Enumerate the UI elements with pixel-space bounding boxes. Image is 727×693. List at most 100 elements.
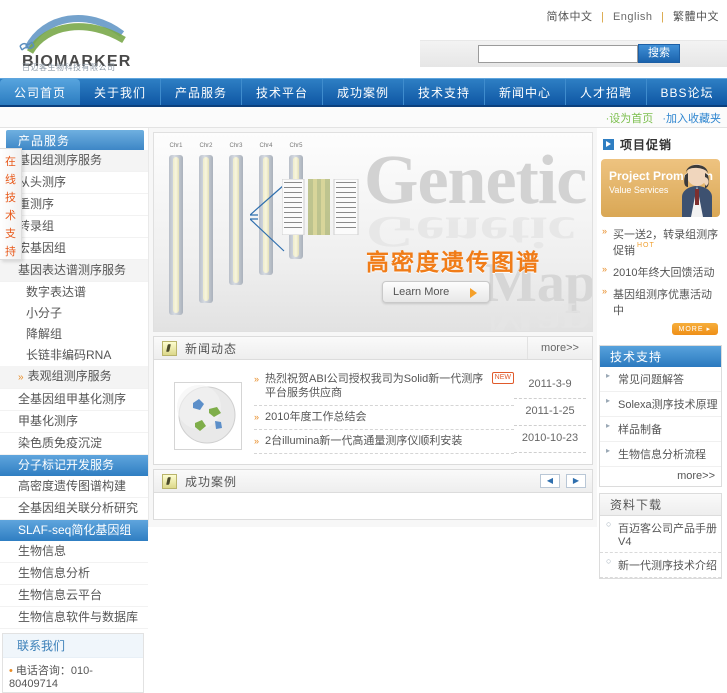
news-row[interactable]: » 热烈祝贺ABI公司授权我司为Solid新一代测序平台服务供应商 NEW (254, 368, 514, 406)
news-item-text[interactable]: 热烈祝贺ABI公司授权我司为Solid新一代测序平台服务供应商 (265, 372, 488, 400)
utility-strip: ·设为首页 ·加入收藏夹 (0, 107, 727, 128)
chromosome-label-3: Chr3 (229, 143, 243, 149)
nav-item-careers[interactable]: 人才招聘 (566, 79, 647, 105)
download-item[interactable]: 百迈客公司产品手册V4 (600, 516, 721, 553)
case-icon (162, 473, 177, 489)
tech-support-item[interactable]: 样品制备 (600, 417, 721, 442)
tech-support-item[interactable]: 生物信息分析流程 (600, 442, 721, 467)
tech-support-item[interactable]: 常见问题解答 (600, 367, 721, 392)
sidebar-item-bioinformatics[interactable]: 生物信息 (0, 541, 148, 563)
vtab-char-0: 在 (5, 156, 16, 168)
news-date: 2010-10-23 (514, 426, 586, 453)
page-body: 产品服务 基因组测序服务 从头测序 重测序 转录组 宏基因组 基因表达谱测序服务… (0, 128, 727, 693)
nav-item-bbs[interactable]: BBS论坛 (647, 79, 727, 105)
lang-english-link[interactable]: English (613, 11, 653, 23)
site-logo[interactable]: BIOMARKER 百迈客生物科技有限公司 (10, 4, 150, 74)
add-favorite-link[interactable]: ·加入收藏夹 (662, 113, 721, 125)
case-prev-button[interactable]: ◀ (540, 474, 560, 488)
contact-box: 联系我们 电话咨询：010-80409714 (2, 633, 144, 693)
bullet-arrow-icon: » (254, 374, 260, 384)
promotion-header: 项目促销 (599, 132, 722, 159)
operator-photo (682, 164, 712, 217)
lang-chinese-link[interactable]: 简体中文 (546, 11, 592, 23)
chromosome-bar-2 (199, 155, 213, 303)
sidebar-item-methylation[interactable]: 甲基化测序 (0, 411, 148, 433)
nav-item-platform[interactable]: 技术平台 (242, 79, 323, 105)
sidebar-item-wgbs[interactable]: 全基因组甲基化测序 (0, 389, 148, 411)
sidebar-item-small-rna[interactable]: 小分子 (0, 303, 148, 324)
news-item-text[interactable]: 2台illumina新一代高通量测序仪顺利安装 (265, 434, 514, 448)
sidebar-item-molecular-marker[interactable]: 分子标记开发服务 (0, 455, 148, 476)
sidebar-item-gwas[interactable]: 全基因组关联分析研究 (0, 498, 148, 520)
nav-item-products[interactable]: 产品服务 (161, 79, 242, 105)
chromosome-bar-3 (229, 155, 243, 285)
chromosome-label-1: Chr1 (169, 143, 183, 149)
main-navigation: 公司首页 关于我们 产品服务 技术平台 成功案例 技术支持 新闻中心 人才招聘 … (0, 78, 727, 107)
sidebar-item-genetic-map[interactable]: 高密度遗传图谱构建 (0, 476, 148, 498)
lang-extra-link[interactable]: 繁體中文 (673, 11, 719, 23)
news-row[interactable]: » 2010年度工作总结会 (254, 406, 514, 430)
set-homepage-link[interactable]: ·设为首页 (606, 113, 654, 125)
nav-item-about[interactable]: 关于我们 (80, 79, 161, 105)
nav-item-support[interactable]: 技术支持 (404, 79, 485, 105)
sidebar-item-metagenome[interactable]: 宏基因组 (0, 238, 148, 260)
news-more-link[interactable]: more>> (527, 337, 592, 359)
sidebar-item-genome-seq[interactable]: 基因组测序服务 (0, 150, 148, 172)
vtab-char-5: 持 (5, 246, 16, 258)
tech-support-more-label: more>> (677, 470, 715, 482)
search-button[interactable]: 搜索 (638, 44, 680, 63)
online-support-tab[interactable]: 在 线 技 术 支 持 (0, 148, 22, 260)
sidebar-item-epigenome[interactable]: 表观组测序服务 (0, 366, 148, 389)
sidebar-item-bioinfo-analysis[interactable]: 生物信息分析 (0, 563, 148, 585)
nav-item-news[interactable]: 新闻中心 (485, 79, 566, 105)
nav-item-cases[interactable]: 成功案例 (323, 79, 404, 105)
download-item[interactable]: 新一代测序技术介绍 (600, 553, 721, 578)
promotion-more-button[interactable]: MORE ▸ (671, 323, 718, 335)
sequence-alignment-graphic (282, 179, 359, 235)
news-row[interactable]: » 2台illumina新一代高通量测序仪顺利安装 (254, 430, 514, 454)
search-input[interactable] (478, 45, 638, 63)
sidebar-item-transcriptome[interactable]: 转录组 (0, 216, 148, 238)
main-content: Genetic Genetic Map Map Chr1 Chr2 Chr3 C… (149, 128, 597, 527)
news-thumbnail[interactable] (174, 382, 242, 450)
sidebar-item-lncrna[interactable]: 长链非编码RNA (0, 345, 148, 366)
promotion-banner-line2: Value Services (609, 185, 669, 195)
site-header: BIOMARKER 百迈客生物科技有限公司 简体中文 | English | 繁… (0, 0, 727, 78)
promotion-banner[interactable]: Project Promotion Value Services (601, 159, 720, 217)
sidebar-item-bioinfo-cloud[interactable]: 生物信息云平台 (0, 585, 148, 607)
promotion-item[interactable]: 买一送2，转录组测序促销HOT (599, 223, 722, 261)
left-sidebar-header: 产品服务 (6, 130, 144, 150)
nav-item-home[interactable]: 公司首页 (0, 79, 80, 105)
hero-banner[interactable]: Genetic Genetic Map Map Chr1 Chr2 Chr3 C… (153, 132, 593, 332)
promotion-item[interactable]: 2010年终大回馈活动 (599, 261, 722, 283)
sidebar-item-degradome[interactable]: 降解组 (0, 324, 148, 345)
tech-support-more-link[interactable]: more>> (600, 467, 721, 486)
chromosome-bar-1 (169, 155, 183, 315)
sidebar-item-chip[interactable]: 染色质免疫沉淀 (0, 433, 148, 455)
contact-box-header: 联系我们 (3, 634, 143, 658)
lang-separator-2: | (661, 11, 665, 23)
learn-more-button[interactable]: Learn More (382, 281, 490, 303)
promotion-item[interactable]: 基因组测序优惠活动中 (599, 283, 722, 321)
sidebar-item-bioinfo-software[interactable]: 生物信息软件与数据库 (0, 607, 148, 629)
banner-word-map-reflection: Map (486, 302, 590, 332)
sidebar-item-expression-seq[interactable]: 基因表达谱测序服务 (0, 260, 148, 282)
sidebar-item-denovo[interactable]: 从头测序 (0, 172, 148, 194)
promotion-item-label: 基因组测序优惠活动中 (613, 289, 712, 317)
search-strip: 搜索 (420, 40, 727, 67)
sidebar-item-resequencing[interactable]: 重测序 (0, 194, 148, 216)
utility-links: ·设为首页 ·加入收藏夹 (606, 110, 721, 126)
vtab-char-4: 支 (5, 228, 16, 240)
banner-title: 高密度遗传图谱 (366, 249, 541, 275)
promotion-item-label: 2010年终大回馈活动 (613, 267, 715, 279)
sidebar-item-digital-expression[interactable]: 数字表达谱 (0, 282, 148, 303)
language-links: 简体中文 | English | 繁體中文 (546, 8, 719, 24)
news-item-text[interactable]: 2010年度工作总结会 (265, 410, 514, 424)
news-date: 2011-1-25 (514, 399, 586, 426)
tech-support-item[interactable]: Solexa测序技术原理 (600, 392, 721, 417)
sidebar-item-slaf-seq[interactable]: SLAF-seq简化基因组 (0, 520, 148, 541)
case-panel-header: 成功案例 ◀ ▶ (154, 470, 592, 493)
promotion-header-label: 项目促销 (620, 138, 673, 152)
case-next-button[interactable]: ▶ (566, 474, 586, 488)
promotion-item-label: 买一送2，转录组测序促销 (613, 229, 719, 257)
